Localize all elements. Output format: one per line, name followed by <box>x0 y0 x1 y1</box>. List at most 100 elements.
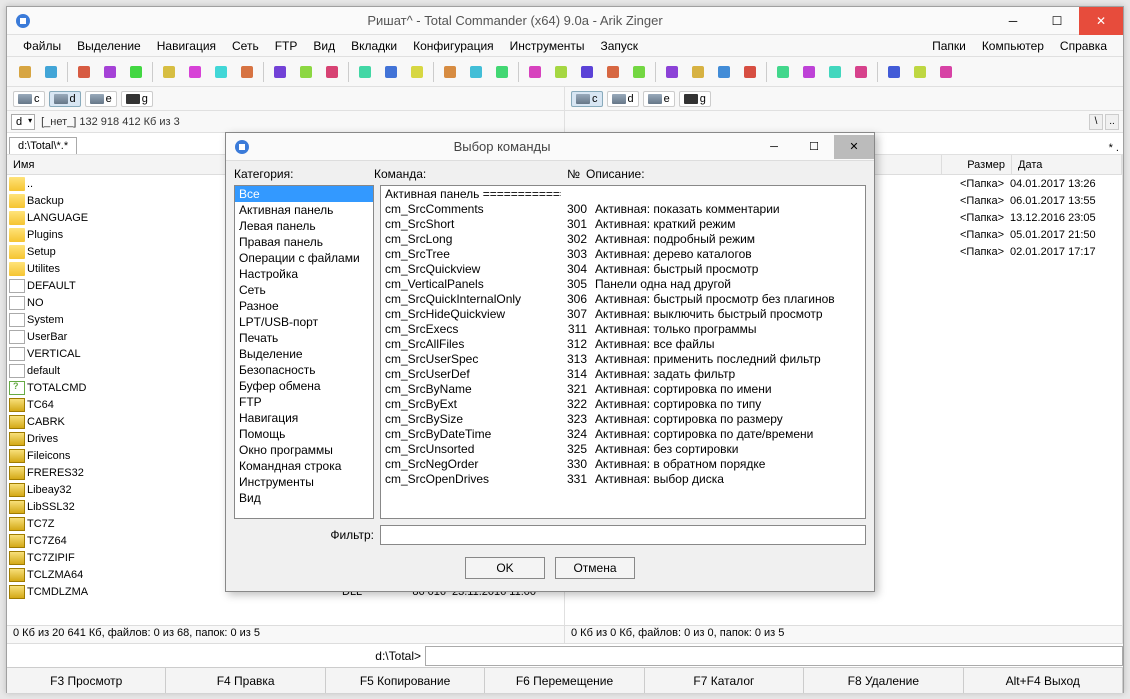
menu-Инструменты[interactable]: Инструменты <box>502 37 593 55</box>
menu-Выделение[interactable]: Выделение <box>69 37 149 55</box>
toolbar-button-29[interactable] <box>823 60 847 84</box>
drive-button-c[interactable]: c <box>13 91 45 107</box>
toolbar-button-26[interactable] <box>738 60 762 84</box>
command-row[interactable]: cm_VerticalPanels305Панели одна над друг… <box>381 276 865 291</box>
toolbar-button-31[interactable] <box>882 60 906 84</box>
fn-button[interactable]: F5 Копирование <box>326 668 485 693</box>
toolbar-button-11[interactable] <box>320 60 344 84</box>
toolbar-button-20[interactable] <box>575 60 599 84</box>
nav-root-button[interactable]: \ <box>1089 114 1103 130</box>
command-row[interactable]: cm_SrcByName321Активная: сортировка по и… <box>381 381 865 396</box>
toolbar-button-13[interactable] <box>379 60 403 84</box>
fn-button[interactable]: F4 Правка <box>166 668 325 693</box>
menu-Вид[interactable]: Вид <box>305 37 343 55</box>
toolbar-button-15[interactable] <box>438 60 462 84</box>
drive-button-e[interactable]: e <box>85 91 117 107</box>
col-date[interactable]: Дата <box>1012 155 1122 174</box>
command-row[interactable]: cm_SrcExecs311Активная: только программы <box>381 321 865 336</box>
category-item[interactable]: Все <box>235 186 373 202</box>
drive-button-d[interactable]: d <box>49 91 81 107</box>
command-row[interactable]: cm_SrcBySize323Активная: сортировка по р… <box>381 411 865 426</box>
toolbar-button-9[interactable] <box>268 60 292 84</box>
menu-Компьютер[interactable]: Компьютер <box>974 37 1052 55</box>
menu-Сеть[interactable]: Сеть <box>224 37 267 55</box>
category-item[interactable]: Вид <box>235 490 373 506</box>
drive-button-g[interactable]: g <box>121 91 153 107</box>
ok-button[interactable]: OK <box>465 557 545 579</box>
command-row[interactable]: cm_SrcQuickview304Активная: быстрый прос… <box>381 261 865 276</box>
category-item[interactable]: Сеть <box>235 282 373 298</box>
menu-Вкладки[interactable]: Вкладки <box>343 37 405 55</box>
menu-Конфигурация[interactable]: Конфигурация <box>405 37 502 55</box>
cancel-button[interactable]: Отмена <box>555 557 635 579</box>
command-row[interactable]: cm_SrcByExt322Активная: сортировка по ти… <box>381 396 865 411</box>
toolbar-button-14[interactable] <box>405 60 429 84</box>
nav-up-button[interactable]: .. <box>1105 114 1119 130</box>
category-item[interactable]: Командная строка <box>235 458 373 474</box>
maximize-button[interactable]: ☐ <box>1035 7 1079 35</box>
category-item[interactable]: LPT/USB-порт <box>235 314 373 330</box>
toolbar-button-30[interactable] <box>849 60 873 84</box>
category-item[interactable]: Буфер обмена <box>235 378 373 394</box>
toolbar-button-4[interactable] <box>124 60 148 84</box>
menu-Папки[interactable]: Папки <box>924 37 974 55</box>
fn-button[interactable]: F3 Просмотр <box>7 668 166 693</box>
command-row[interactable]: Активная панель ========================… <box>381 186 865 201</box>
toolbar-button-25[interactable] <box>712 60 736 84</box>
command-row[interactable]: cm_SrcComments300Активная: показать комм… <box>381 201 865 216</box>
menu-FTP[interactable]: FTP <box>267 37 306 55</box>
toolbar-button-1[interactable] <box>39 60 63 84</box>
command-row[interactable]: cm_SrcTree303Активная: дерево каталогов <box>381 246 865 261</box>
category-item[interactable]: Активная панель <box>235 202 373 218</box>
category-item[interactable]: Навигация <box>235 410 373 426</box>
category-item[interactable]: Безопасность <box>235 362 373 378</box>
toolbar-button-23[interactable] <box>660 60 684 84</box>
drive-button-e[interactable]: e <box>643 91 675 107</box>
category-item[interactable]: Инструменты <box>235 474 373 490</box>
toolbar-button-27[interactable] <box>771 60 795 84</box>
category-listbox[interactable]: ВсеАктивная панельЛевая панельПравая пан… <box>234 185 374 519</box>
toolbar-button-18[interactable] <box>523 60 547 84</box>
menu-Файлы[interactable]: Файлы <box>15 37 69 55</box>
category-item[interactable]: Левая панель <box>235 218 373 234</box>
category-item[interactable]: Разное <box>235 298 373 314</box>
toolbar-button-22[interactable] <box>627 60 651 84</box>
left-drive-select[interactable]: d <box>11 114 35 130</box>
category-item[interactable]: Помощь <box>235 426 373 442</box>
command-row[interactable]: cm_SrcUserSpec313Активная: применить пос… <box>381 351 865 366</box>
drive-button-c[interactable]: c <box>571 91 603 107</box>
fn-button[interactable]: F8 Удаление <box>804 668 963 693</box>
command-row[interactable]: cm_SrcUserDef314Активная: задать фильтр <box>381 366 865 381</box>
toolbar-button-21[interactable] <box>601 60 625 84</box>
command-listbox[interactable]: Активная панель ========================… <box>380 185 866 519</box>
command-row[interactable]: cm_SrcLong302Активная: подробный режим <box>381 231 865 246</box>
category-item[interactable]: Окно программы <box>235 442 373 458</box>
toolbar-button-32[interactable] <box>908 60 932 84</box>
filter-input[interactable] <box>380 525 866 545</box>
dialog-close-button[interactable]: ✕ <box>834 135 874 159</box>
toolbar-button-17[interactable] <box>490 60 514 84</box>
command-row[interactable]: cm_SrcByDateTime324Активная: сортировка … <box>381 426 865 441</box>
minimize-button[interactable]: ─ <box>991 7 1035 35</box>
menu-Справка[interactable]: Справка <box>1052 37 1115 55</box>
toolbar-button-24[interactable] <box>686 60 710 84</box>
left-tab[interactable]: d:\Total\*.* <box>9 137 77 154</box>
command-row[interactable]: cm_SrcOpenDrives331Активная: выбор диска <box>381 471 865 486</box>
command-row[interactable]: cm_SrcAllFiles312Активная: все файлы <box>381 336 865 351</box>
toolbar-button-5[interactable] <box>157 60 181 84</box>
category-item[interactable]: Операции с файлами <box>235 250 373 266</box>
category-item[interactable]: Правая панель <box>235 234 373 250</box>
drive-button-d[interactable]: d <box>607 91 639 107</box>
category-item[interactable]: Печать <box>235 330 373 346</box>
dialog-maximize-button[interactable]: ☐ <box>794 135 834 159</box>
command-row[interactable]: cm_SrcQuickInternalOnly306Активная: быст… <box>381 291 865 306</box>
toolbar-button-6[interactable] <box>183 60 207 84</box>
close-button[interactable]: ✕ <box>1079 7 1123 35</box>
toolbar-button-8[interactable] <box>235 60 259 84</box>
toolbar-button-3[interactable] <box>98 60 122 84</box>
command-row[interactable]: cm_SrcShort301Активная: краткий режим <box>381 216 865 231</box>
commandline-input[interactable] <box>425 646 1123 666</box>
col-size[interactable]: Размер <box>942 155 1012 174</box>
menu-Запуск[interactable]: Запуск <box>593 37 647 55</box>
fn-button[interactable]: F6 Перемещение <box>485 668 644 693</box>
